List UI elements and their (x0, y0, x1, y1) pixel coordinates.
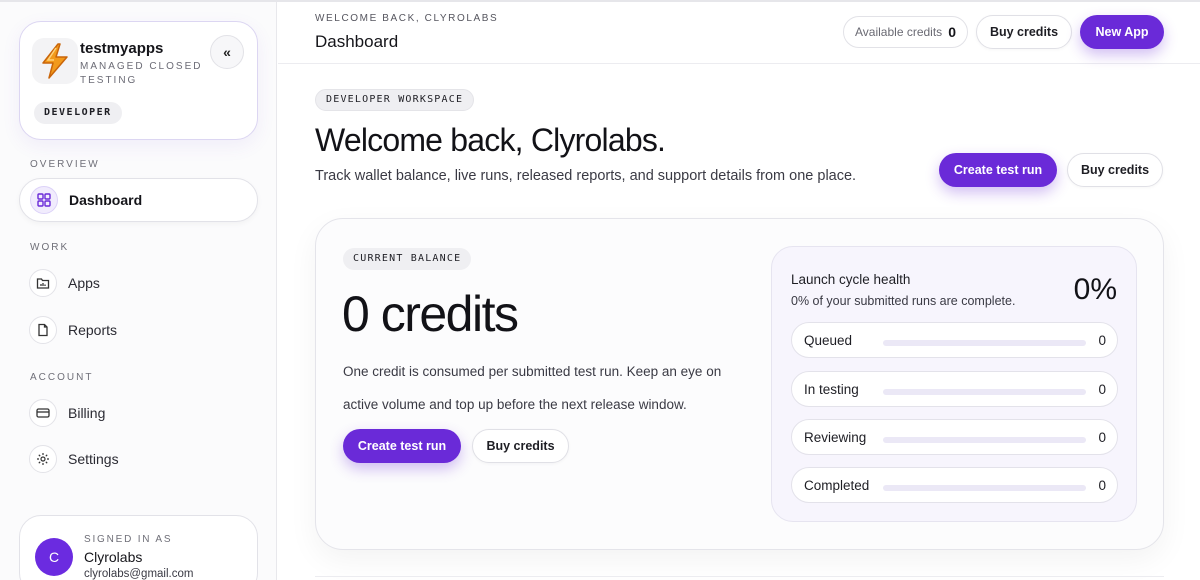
signed-in-label: SIGNED IN AS (84, 534, 173, 545)
sidebar-item-label: Reports (68, 322, 118, 338)
top-header: WELCOME BACK, CLYROLABS Dashboard Availa… (278, 2, 1200, 64)
sidebar-item-label: Billing (68, 405, 106, 421)
buy-credits-button[interactable]: Buy credits (1067, 153, 1163, 187)
credits-description: One credit is consumed per submitted tes… (343, 364, 722, 412)
lightning-bolt-icon (32, 38, 78, 84)
stat-row-reviewing: Reviewing 0 (791, 419, 1118, 455)
stat-label: In testing (804, 382, 859, 397)
workspace-badge: DEVELOPER WORKSPACE (315, 89, 475, 111)
progress-bar (883, 340, 1086, 346)
health-title: Launch cycle health (791, 272, 911, 287)
health-percent: 0% (1073, 273, 1117, 306)
document-icon (29, 316, 57, 344)
stat-value: 0 (1098, 333, 1106, 348)
health-subtitle: 0% of your submitted runs are complete. (791, 294, 1016, 308)
collapse-sidebar-button[interactable]: « (210, 35, 244, 69)
brand-subtitle: MANAGED CLOSED TESTING (80, 61, 203, 86)
balance-buy-credits-button[interactable]: Buy credits (472, 429, 569, 463)
user-name: Clyrolabs (84, 549, 143, 565)
welcome-subtitle: Track wallet balance, live runs, release… (315, 168, 857, 184)
balance-card: CURRENT BALANCE 0 credits One credit is … (315, 218, 1164, 550)
sidebar-item-label: Apps (68, 275, 100, 291)
new-app-button[interactable]: New App (1080, 15, 1164, 49)
section-label-account: ACCOUNT (30, 372, 94, 383)
current-balance-badge: CURRENT BALANCE (343, 248, 472, 270)
create-test-run-button[interactable]: Create test run (939, 153, 1057, 187)
avatar: C (35, 538, 73, 576)
gear-icon (29, 445, 57, 473)
user-card[interactable]: C SIGNED IN AS Clyrolabs clyrolabs@gmail… (19, 515, 258, 580)
next-card-edge (315, 576, 1164, 580)
header-buy-credits-button[interactable]: Buy credits (976, 15, 1072, 49)
stat-value: 0 (1098, 478, 1106, 493)
stat-label: Queued (804, 333, 853, 348)
stat-label: Completed (804, 478, 870, 493)
brand-title: testmyapps (80, 40, 164, 57)
progress-bar (883, 437, 1086, 443)
sidebar-item-apps[interactable]: Apps (19, 261, 258, 305)
launch-cycle-health-panel: Launch cycle health 0% of your submitted… (771, 246, 1137, 522)
sidebar-item-dashboard[interactable]: Dashboard (19, 178, 258, 222)
section-label-work: WORK (30, 242, 70, 253)
balance-create-test-run-button[interactable]: Create test run (343, 429, 461, 463)
sidebar-item-label: Dashboard (69, 192, 143, 208)
available-credits-value: 0 (948, 24, 956, 40)
stat-label: Reviewing (804, 430, 867, 445)
double-chevron-left-icon: « (223, 44, 231, 60)
available-credits-badge: Available credits 0 (843, 16, 968, 48)
sidebar-item-settings[interactable]: Settings (19, 437, 258, 481)
available-credits-label: Available credits (855, 25, 943, 39)
sidebar-item-label: Settings (68, 451, 119, 467)
credit-card-icon (29, 399, 57, 427)
brand-card: testmyapps MANAGED CLOSED TESTING « DEVE… (19, 21, 258, 140)
progress-bar (883, 485, 1086, 491)
stat-row-queued: Queued 0 (791, 322, 1118, 358)
sidebar-item-billing[interactable]: Billing (19, 391, 258, 435)
header-eyebrow: WELCOME BACK, CLYROLABS (315, 13, 499, 24)
stat-value: 0 (1098, 430, 1106, 445)
welcome-heading: Welcome back, Clyrolabs. (315, 122, 666, 158)
role-badge: DEVELOPER (34, 102, 122, 124)
credits-amount: 0 credits (342, 286, 519, 342)
page-title: Dashboard (315, 32, 399, 51)
stat-value: 0 (1098, 382, 1106, 397)
section-label-overview: OVERVIEW (30, 159, 100, 170)
folder-icon (29, 269, 57, 297)
user-email: clyrolabs@gmail.com (84, 568, 194, 580)
stat-row-in-testing: In testing 0 (791, 371, 1118, 407)
sidebar: testmyapps MANAGED CLOSED TESTING « DEVE… (0, 2, 277, 580)
stat-row-completed: Completed 0 (791, 467, 1118, 503)
sidebar-item-reports[interactable]: Reports (19, 308, 258, 352)
progress-bar (883, 389, 1086, 395)
grid-icon (30, 186, 58, 214)
